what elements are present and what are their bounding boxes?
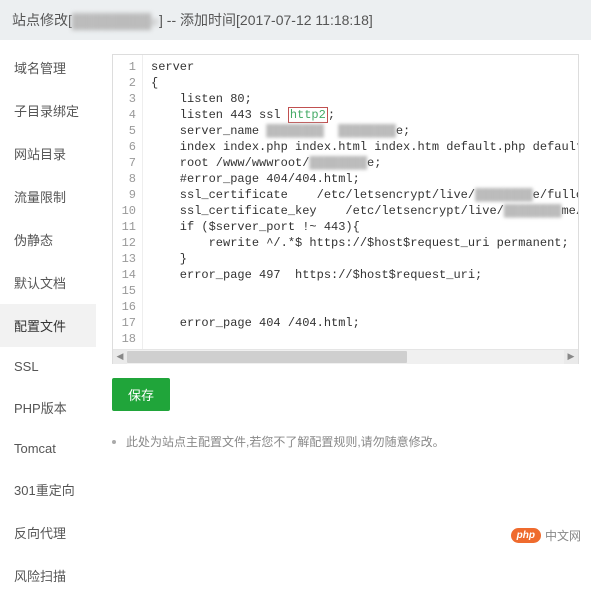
code-line[interactable] — [151, 299, 578, 315]
watermark-badge: php — [511, 528, 541, 543]
editor-horizontal-scrollbar[interactable]: ◀ ▶ — [113, 349, 578, 363]
line-number: 10 — [113, 203, 136, 219]
code-line[interactable]: } — [151, 251, 578, 267]
code-line[interactable]: index index.php index.html index.htm def… — [151, 139, 578, 155]
header-domain-masked: ████████e — [72, 13, 159, 29]
line-number: 1 — [113, 59, 136, 75]
bullet-icon — [112, 440, 116, 444]
code-line[interactable]: { — [151, 75, 578, 91]
line-number: 8 — [113, 171, 136, 187]
line-number: 5 — [113, 123, 136, 139]
watermark-text: 中文网 — [545, 527, 581, 544]
line-number: 16 — [113, 299, 136, 315]
code-line[interactable]: rewrite ^/.*$ https://$host$request_uri … — [151, 235, 578, 251]
sidebar-item-3[interactable]: 流量限制 — [0, 175, 96, 218]
code-line[interactable]: server_name ████████ ████████e; — [151, 123, 578, 139]
config-editor[interactable]: 123456789101112131415161718 server{ list… — [112, 54, 579, 364]
sidebar-nav: 域名管理子目录绑定网站目录流量限制伪静态默认文档配置文件SSLPHP版本Tomc… — [0, 40, 96, 554]
scroll-track[interactable] — [127, 350, 564, 364]
code-line[interactable]: #error_page 404/404.html; — [151, 171, 578, 187]
line-number: 17 — [113, 315, 136, 331]
line-number: 9 — [113, 187, 136, 203]
sidebar-item-5[interactable]: 默认文档 — [0, 261, 96, 304]
line-number: 3 — [113, 91, 136, 107]
code-line[interactable]: error_page 404 /404.html; — [151, 315, 578, 331]
code-line[interactable]: root /www/wwwroot/████████e; — [151, 155, 578, 171]
sidebar-item-1[interactable]: 子目录绑定 — [0, 89, 96, 132]
code-line[interactable] — [151, 283, 578, 299]
editor-gutter: 123456789101112131415161718 — [113, 55, 143, 349]
line-number: 12 — [113, 235, 136, 251]
code-line[interactable]: listen 443 ssl http2; — [151, 107, 578, 123]
line-number: 6 — [113, 139, 136, 155]
code-line[interactable]: server — [151, 59, 578, 75]
sidebar-item-8[interactable]: PHP版本 — [0, 386, 96, 429]
line-number: 14 — [113, 267, 136, 283]
sidebar-item-6[interactable]: 配置文件 — [0, 304, 96, 347]
line-number: 2 — [113, 75, 136, 91]
sidebar-item-9[interactable]: Tomcat — [0, 429, 96, 468]
sidebar-item-7[interactable]: SSL — [0, 347, 96, 386]
scroll-left-icon[interactable]: ◀ — [113, 350, 127, 364]
line-number: 11 — [113, 219, 136, 235]
scroll-thumb[interactable] — [127, 351, 407, 363]
line-number: 18 — [113, 331, 136, 347]
header-prefix: 站点修改[ — [12, 12, 72, 28]
config-hint: 此处为站点主配置文件,若您不了解配置规则,请勿随意修改。 — [112, 433, 579, 450]
code-line[interactable]: error_page 497 https://$host$request_uri… — [151, 267, 578, 283]
editor-code[interactable]: server{ listen 80; listen 443 ssl http2;… — [143, 55, 578, 349]
sidebar-item-2[interactable]: 网站目录 — [0, 132, 96, 175]
sidebar-item-10[interactable]: 301重定向 — [0, 468, 96, 511]
main-panel: 123456789101112131415161718 server{ list… — [96, 40, 591, 554]
save-button[interactable]: 保存 — [112, 378, 170, 411]
scroll-right-icon[interactable]: ▶ — [564, 350, 578, 364]
watermark: php 中文网 — [511, 524, 581, 546]
sidebar-item-0[interactable]: 域名管理 — [0, 46, 96, 89]
line-number: 7 — [113, 155, 136, 171]
code-line[interactable]: ssl_certificate /etc/letsencrypt/live/██… — [151, 187, 578, 203]
code-line[interactable]: listen 80; — [151, 91, 578, 107]
code-line[interactable]: if ($server_port !~ 443){ — [151, 219, 578, 235]
line-number: 15 — [113, 283, 136, 299]
sidebar-item-4[interactable]: 伪静态 — [0, 218, 96, 261]
line-number: 4 — [113, 107, 136, 123]
line-number: 13 — [113, 251, 136, 267]
sidebar-item-12[interactable]: 风险扫描 — [0, 554, 96, 597]
modal-header: 站点修改[████████e] -- 添加时间[2017-07-12 11:18… — [0, 0, 591, 40]
sidebar-item-11[interactable]: 反向代理 — [0, 511, 96, 554]
hint-text: 此处为站点主配置文件,若您不了解配置规则,请勿随意修改。 — [126, 433, 445, 450]
code-line[interactable]: ssl_certificate_key /etc/letsencrypt/liv… — [151, 203, 578, 219]
header-suffix: ] -- 添加时间[2017-07-12 11:18:18] — [159, 12, 373, 28]
